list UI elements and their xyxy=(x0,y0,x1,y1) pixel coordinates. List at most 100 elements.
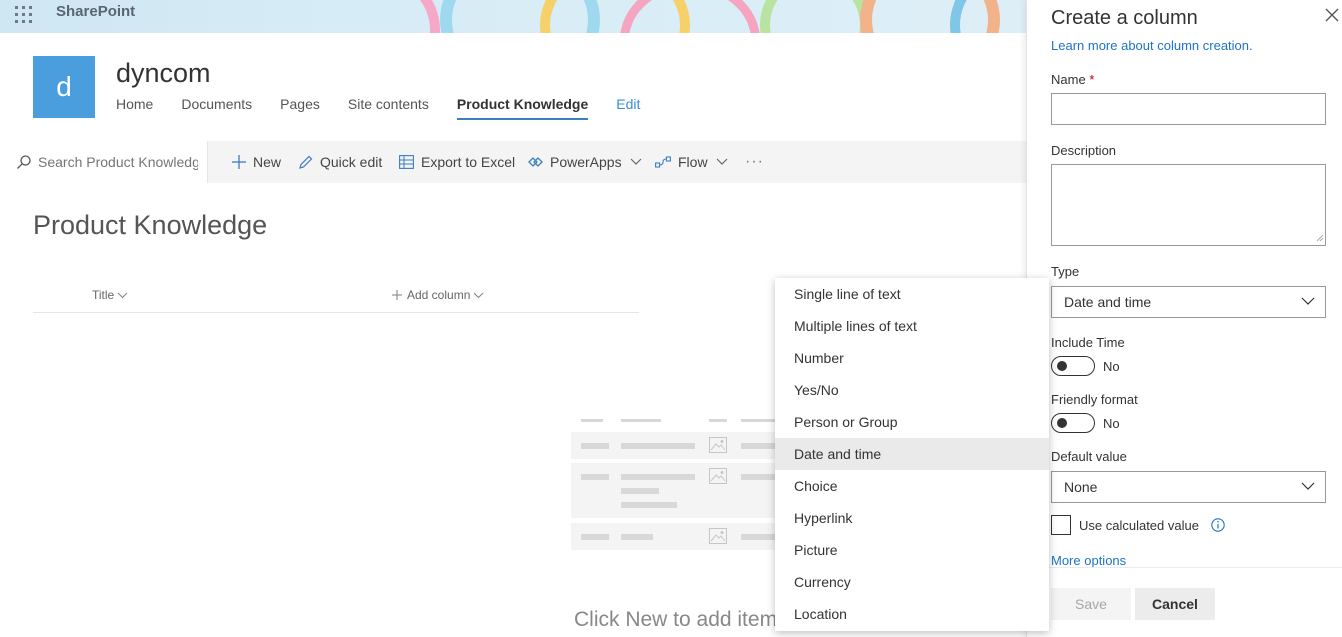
quick-edit-label: Quick edit xyxy=(320,154,383,170)
ghost-bar xyxy=(621,419,661,422)
header-decoration xyxy=(760,0,870,33)
image-icon xyxy=(709,468,727,484)
powerapps-icon xyxy=(528,157,543,167)
add-column-header[interactable]: Add column xyxy=(392,288,484,302)
export-label: Export to Excel xyxy=(421,154,516,170)
default-value-label: Default value xyxy=(1051,449,1127,464)
ghost-bar xyxy=(621,488,659,494)
type-option-date-and-time[interactable]: Date and time xyxy=(775,438,1049,470)
page-title: Product Knowledge xyxy=(33,210,268,240)
more-options-link[interactable]: More options xyxy=(1051,553,1126,568)
empty-state-text: Click New to add items xyxy=(574,608,788,631)
nav-documents[interactable]: Documents xyxy=(181,96,252,120)
include-time-state: No xyxy=(1103,359,1120,374)
ghost-bar xyxy=(621,474,695,480)
name-field[interactable] xyxy=(1051,93,1326,125)
site-navigation: Home Documents Pages Site contents Produ… xyxy=(116,96,668,120)
description-field[interactable] xyxy=(1051,164,1326,246)
type-option-hyperlink[interactable]: Hyperlink xyxy=(775,502,1049,534)
type-option-yes-no[interactable]: Yes/No xyxy=(775,374,1049,406)
new-button[interactable]: New xyxy=(232,141,281,183)
ghost-bar xyxy=(581,474,609,480)
default-value-selected: None xyxy=(1064,479,1098,495)
save-button[interactable]: Save xyxy=(1051,588,1131,620)
chevron-down-icon xyxy=(1301,482,1315,490)
ghost-bar xyxy=(741,419,775,422)
header-decoration xyxy=(320,0,440,33)
type-option-location[interactable]: Location xyxy=(775,598,1049,630)
cancel-button[interactable]: Cancel xyxy=(1135,588,1215,620)
nav-site-contents[interactable]: Site contents xyxy=(348,96,429,120)
type-option-multiple-lines-of-text[interactable]: Multiple lines of text xyxy=(775,310,1049,342)
name-label-text: Name xyxy=(1051,72,1086,87)
resize-grip-icon xyxy=(1316,234,1324,242)
type-option-single-line-of-text[interactable]: Single line of text xyxy=(775,278,1049,310)
ghost-row xyxy=(571,463,775,518)
chevron-down-icon xyxy=(473,292,484,298)
nav-pages[interactable]: Pages xyxy=(280,96,320,120)
nav-edit-link[interactable]: Edit xyxy=(616,96,640,120)
name-label: Name * xyxy=(1051,72,1094,87)
command-bar: New Quick edit Export to Excel PowerApps xyxy=(0,141,1026,183)
ghost-bar xyxy=(621,534,653,540)
learn-more-link[interactable]: Learn more about column creation. xyxy=(1051,38,1253,53)
header-decoration xyxy=(620,0,760,33)
panel-title: Create a column xyxy=(1051,7,1198,29)
header-divider xyxy=(33,312,639,313)
default-value-select[interactable]: None xyxy=(1051,471,1326,503)
type-option-number[interactable]: Number xyxy=(775,342,1049,374)
required-marker: * xyxy=(1089,72,1095,87)
type-select[interactable]: Date and time xyxy=(1051,286,1326,318)
flow-button[interactable]: Flow xyxy=(655,141,728,183)
ghost-bar xyxy=(581,534,609,540)
column-header-title[interactable]: Title xyxy=(92,288,128,302)
type-option-currency[interactable]: Currency xyxy=(775,566,1049,598)
type-option-picture[interactable]: Picture xyxy=(775,534,1049,566)
close-icon[interactable] xyxy=(1325,8,1339,22)
column-header-title-label: Title xyxy=(92,288,115,302)
search-box[interactable] xyxy=(0,141,208,183)
image-icon xyxy=(709,437,727,453)
export-to-excel-button[interactable]: Export to Excel xyxy=(399,141,515,183)
flow-label: Flow xyxy=(678,154,708,170)
powerapps-button[interactable]: PowerApps xyxy=(528,141,642,183)
quick-edit-button[interactable]: Quick edit xyxy=(298,141,382,183)
friendly-format-state: No xyxy=(1103,416,1120,431)
add-column-label: Add column xyxy=(407,288,471,302)
app-launcher-icon[interactable] xyxy=(14,5,34,25)
brand-name[interactable]: SharePoint xyxy=(56,3,135,20)
nav-product-knowledge[interactable]: Product Knowledge xyxy=(456,96,589,120)
new-button-label: New xyxy=(253,154,282,170)
search-input[interactable] xyxy=(38,154,198,170)
more-options-button[interactable]: ··· xyxy=(745,141,764,183)
type-label: Type xyxy=(1051,264,1080,279)
description-label: Description xyxy=(1051,143,1117,158)
powerapps-label: PowerApps xyxy=(550,154,622,170)
search-icon xyxy=(17,155,31,169)
nav-home[interactable]: Home xyxy=(116,96,153,120)
ghost-bar xyxy=(581,443,609,449)
type-option-choice[interactable]: Choice xyxy=(775,470,1049,502)
info-icon[interactable] xyxy=(1211,518,1225,532)
include-time-toggle[interactable] xyxy=(1051,356,1095,376)
site-title[interactable]: dyncom xyxy=(116,58,211,89)
chevron-down-icon xyxy=(1301,297,1315,305)
friendly-format-toggle[interactable] xyxy=(1051,413,1095,433)
friendly-format-label: Friendly format xyxy=(1051,392,1138,407)
image-icon xyxy=(709,528,727,544)
ghost-bar xyxy=(741,474,775,480)
excel-icon xyxy=(399,155,414,169)
use-calculated-value-checkbox[interactable] xyxy=(1051,515,1071,535)
chevron-down-icon xyxy=(716,158,727,165)
plus-icon xyxy=(392,290,402,300)
chevron-down-icon xyxy=(630,158,642,165)
ghost-bar xyxy=(581,419,603,422)
site-logo-letter: d xyxy=(56,71,72,102)
panel-footer-divider xyxy=(1027,567,1342,568)
site-logo[interactable]: d xyxy=(33,56,95,118)
create-column-panel: Create a column Learn more about column … xyxy=(1026,0,1342,637)
ghost-bar xyxy=(621,502,677,508)
ghost-bar xyxy=(621,443,695,449)
column-type-dropdown-list: Single line of text Multiple lines of te… xyxy=(775,278,1049,631)
type-option-person-or-group[interactable]: Person or Group xyxy=(775,406,1049,438)
